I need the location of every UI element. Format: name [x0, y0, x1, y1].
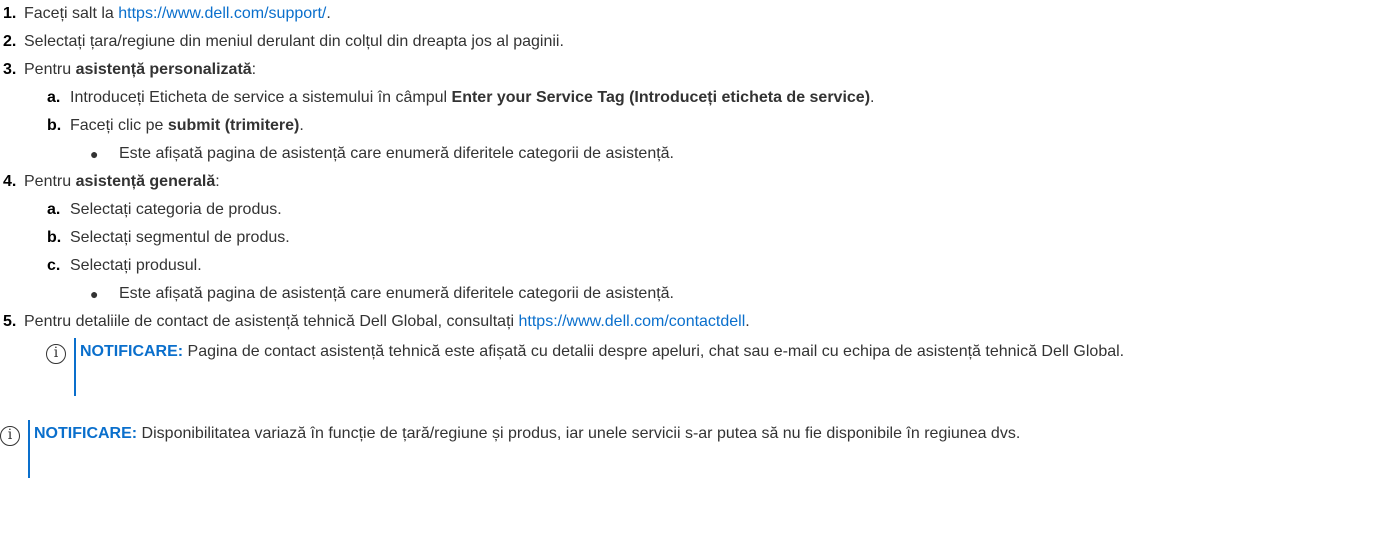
info-circle-icon: i — [0, 426, 20, 446]
step-text: Faceți salt la https://www.dell.com/supp… — [24, 5, 331, 22]
step-text: Pentru detaliile de contact de asistență… — [24, 313, 750, 330]
dell-support-link[interactable]: https://www.dell.com/support/ — [118, 5, 326, 22]
substep-letter: b. — [47, 229, 62, 246]
substep-letter: b. — [47, 117, 62, 134]
note-text: NOTIFICARE: Disponibilitatea variază în … — [34, 425, 1021, 442]
step-number: 2. — [3, 33, 17, 50]
step-text: Pentru asistență personalizată: — [24, 61, 257, 78]
substep-text: Introduceți Eticheta de service a sistem… — [70, 89, 875, 106]
note-availability: i NOTIFICARE: Disponibilitatea variază î… — [0, 420, 1397, 480]
bullet-text: Este afișată pagina de asistență care en… — [119, 145, 674, 162]
note-contact: i NOTIFICARE: Pagina de contact asistenț… — [46, 338, 1346, 398]
substep-text: Selectați produsul. — [70, 257, 202, 274]
bullet-text: Este afișată pagina de asistență care en… — [119, 285, 674, 302]
step-text: Selectați țara/regiune din meniul derula… — [24, 33, 564, 50]
step-text: Pentru asistență generală: — [24, 173, 220, 190]
substep-text: Selectați categoria de produs. — [70, 201, 282, 218]
substep-letter: a. — [47, 89, 61, 106]
substep-letter: c. — [47, 257, 61, 274]
step-number: 3. — [3, 61, 17, 78]
substep-letter: a. — [47, 201, 61, 218]
step-number: 4. — [3, 173, 17, 190]
step-number: 1. — [3, 5, 17, 22]
bullet-dot-icon: ● — [90, 146, 99, 162]
note-text: NOTIFICARE: Pagina de contact asistență … — [80, 343, 1125, 360]
note-bar — [74, 338, 76, 396]
step-number: 5. — [3, 313, 17, 330]
dell-contact-link[interactable]: https://www.dell.com/contactdell — [519, 313, 746, 330]
info-circle-icon: i — [46, 344, 66, 364]
note-bar — [28, 420, 30, 478]
substep-text: Selectați segmentul de produs. — [70, 229, 290, 246]
substep-text: Faceți clic pe submit (trimitere). — [70, 117, 304, 134]
bullet-dot-icon: ● — [90, 286, 99, 302]
